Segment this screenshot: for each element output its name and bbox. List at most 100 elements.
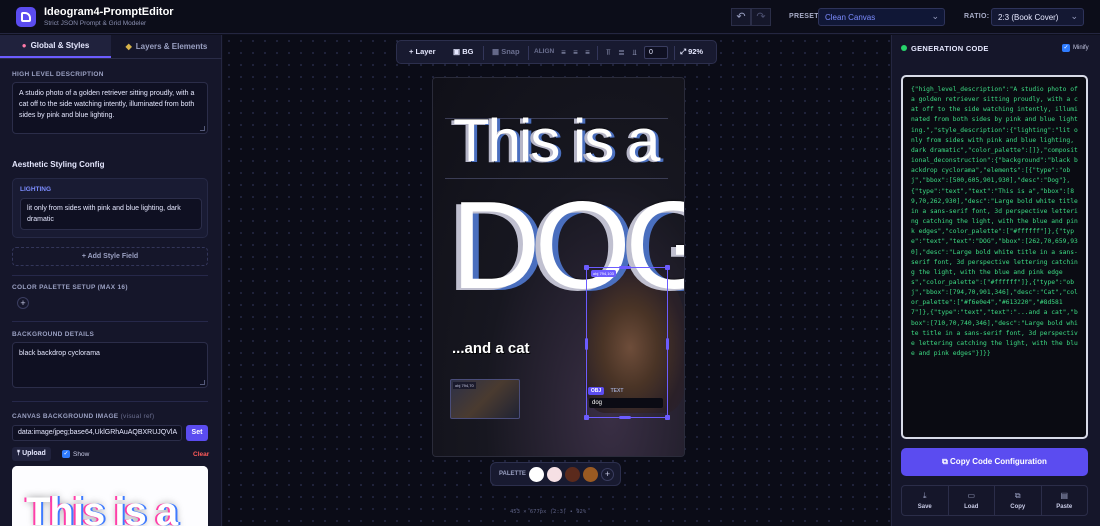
divider — [483, 46, 484, 60]
background-textarea[interactable]: black backdrop cyclorama — [12, 342, 208, 388]
plus-icon: + — [409, 47, 414, 56]
divider — [528, 46, 529, 60]
palette-icon: ● — [21, 41, 27, 50]
element-desc-input[interactable]: dog — [589, 398, 663, 408]
align-top-icon[interactable]: ⫪ — [602, 46, 615, 59]
align-label: ALIGN — [534, 48, 555, 55]
preset-select[interactable]: Clean Canvas ⌄ — [818, 8, 945, 26]
copy-button[interactable]: ⧉ Copy — [995, 486, 1042, 515]
canvas-toolbar: + Layer ▣ BG ▦ Snap ALIGN ≡ ≡ ≡ ⫪ ≣ ⫫ 0 — [396, 40, 717, 64]
background-text: black backdrop cyclorama — [19, 350, 100, 357]
layer-label: Layer — [415, 47, 436, 56]
minify-checkbox[interactable]: ✓ — [1062, 44, 1070, 52]
app-subtitle: Strict JSON Prompt & Grid Modeler — [44, 20, 147, 27]
resize-handle[interactable] — [619, 416, 631, 419]
high-level-label: HIGH LEVEL DESCRIPTION — [12, 71, 104, 78]
align-bottom-icon[interactable]: ⫫ — [628, 46, 641, 59]
lighting-text: lit only from sides with pink and blue l… — [27, 205, 181, 223]
background-label: BACKGROUND DETAILS — [12, 331, 95, 338]
divider — [12, 321, 208, 322]
add-layer-button[interactable]: + Layer — [409, 47, 436, 56]
canvas-cat-caption[interactable]: ...and a cat — [452, 340, 530, 357]
resize-handle[interactable] — [619, 266, 631, 269]
palette-swatch[interactable] — [565, 467, 580, 482]
zoom-label: 92% — [688, 47, 704, 56]
align-right-icon[interactable]: ≡ — [581, 46, 594, 59]
canvas-bg-label-text: CANVAS BACKGROUND IMAGE — [12, 413, 119, 420]
element-type-toggle: OBJ TEXT — [588, 387, 662, 397]
canvas-bg-url-input[interactable]: data:image/jpeg;base64,UklGRhAuAQBXRUJQV… — [12, 425, 182, 441]
resize-grip-icon — [200, 380, 205, 385]
resize-handle[interactable] — [665, 415, 670, 420]
chevron-down-icon: ⌄ — [931, 11, 939, 21]
app-root: Ideogram4-PromptEditor Strict JSON Promp… — [0, 0, 1100, 526]
ratio-value: 2:3 (Book Cover) — [998, 13, 1059, 22]
bbox-tag: obj 794,103 — [591, 270, 616, 277]
paste-button[interactable]: ▤ Paste — [1042, 486, 1088, 515]
folder-icon: ▭ — [967, 491, 976, 500]
tab-global-styles[interactable]: ● Global & Styles — [0, 35, 111, 58]
resize-handle[interactable] — [584, 265, 589, 270]
left-panel: ● Global & Styles ◆ Layers & Elements HI… — [0, 35, 222, 526]
paste-label: Paste — [1056, 504, 1073, 510]
resize-handle[interactable] — [584, 415, 589, 420]
ratio-label: RATIO: — [964, 13, 990, 20]
divider — [12, 275, 208, 276]
canvas-bg-label: CANVAS BACKGROUND IMAGE (visual ref) — [12, 413, 155, 420]
app-logo-icon — [16, 7, 36, 27]
bbox-tag: obj 794,70 — [453, 382, 476, 389]
high-level-textarea[interactable]: A studio photo of a golden retriever sit… — [12, 82, 208, 134]
load-button[interactable]: ▭ Load — [949, 486, 995, 515]
align-middle-icon[interactable]: ≣ — [615, 46, 628, 59]
add-style-field-button[interactable]: + Add Style Field — [12, 247, 208, 266]
redo-icon[interactable]: ↷ — [751, 8, 771, 26]
lighting-textarea[interactable]: lit only from sides with pink and blue l… — [20, 198, 202, 230]
high-level-text: A studio photo of a golden retriever sit… — [19, 90, 195, 119]
element-bbox-small[interactable]: obj 794,70 — [450, 379, 520, 419]
canvas-workspace[interactable]: + Layer ▣ BG ▦ Snap ALIGN ≡ ≡ ≡ ⫪ ≣ ⫫ 0 — [223, 35, 890, 526]
obj-type-button[interactable]: OBJ — [588, 387, 604, 395]
set-button[interactable]: Set — [186, 425, 208, 441]
show-checkbox[interactable]: ✓ — [62, 450, 70, 458]
chevron-down-icon: ⌄ — [1070, 11, 1078, 21]
rotation-input[interactable]: 0 — [644, 46, 668, 59]
status-dot-icon — [901, 45, 907, 51]
code-text: {"high_level_description":"A studio phot… — [911, 86, 1082, 358]
resize-grip-icon — [200, 126, 205, 131]
resize-handle[interactable] — [585, 338, 588, 350]
bg-label: BG — [462, 47, 474, 56]
zoom-fit-button[interactable]: ⤢ 92% — [680, 47, 703, 57]
palette-swatch[interactable] — [547, 467, 562, 482]
resize-handle[interactable] — [666, 338, 669, 350]
tab-layers-elements[interactable]: ◆ Layers & Elements — [111, 35, 222, 58]
canvas-title-text[interactable]: This is a — [453, 106, 660, 176]
snap-toggle[interactable]: ▦ Snap — [492, 47, 520, 56]
palette-swatch[interactable] — [529, 467, 544, 482]
palette-bar: PALETTE + — [490, 462, 621, 486]
resize-handle[interactable] — [665, 265, 670, 270]
panel-tabs: ● Global & Styles ◆ Layers & Elements — [0, 35, 222, 59]
code-output[interactable]: {"high_level_description":"A studio phot… — [901, 75, 1088, 439]
canvas-bg-sublabel: (visual ref) — [120, 413, 155, 420]
tab-label: Global & Styles — [30, 41, 90, 50]
palette-swatch[interactable] — [583, 467, 598, 482]
show-label: Show — [73, 451, 90, 458]
bg-button[interactable]: ▣ BG — [453, 47, 473, 56]
canvas-dimensions: 453 × 677px (2:3) • 92% — [510, 509, 587, 515]
copy-icon: ⧉ — [942, 457, 948, 466]
design-canvas[interactable]: This is a DOG ...and a cat obj 794,70 ob… — [432, 77, 685, 457]
add-palette-color-button[interactable]: + — [601, 468, 614, 481]
snap-label: Snap — [501, 47, 520, 56]
copy-icon: ⧉ — [1014, 491, 1021, 500]
ratio-select[interactable]: 2:3 (Book Cover) ⌄ — [991, 8, 1084, 26]
copy-config-button[interactable]: ⧉ Copy Code Configuration — [901, 448, 1088, 476]
clear-button[interactable]: Clear — [193, 451, 209, 458]
undo-icon[interactable]: ↶ — [731, 8, 751, 26]
upload-button[interactable]: ⤒ Upload — [12, 447, 51, 461]
save-button[interactable]: ⤓ Save — [902, 486, 949, 515]
clipboard-icon: ▤ — [1060, 491, 1069, 500]
add-color-button[interactable]: + — [17, 297, 29, 309]
canvas-bg-thumbnail: This is a — [12, 466, 208, 526]
download-icon: ⤓ — [922, 491, 927, 500]
text-type-button[interactable]: TEXT — [608, 387, 626, 395]
